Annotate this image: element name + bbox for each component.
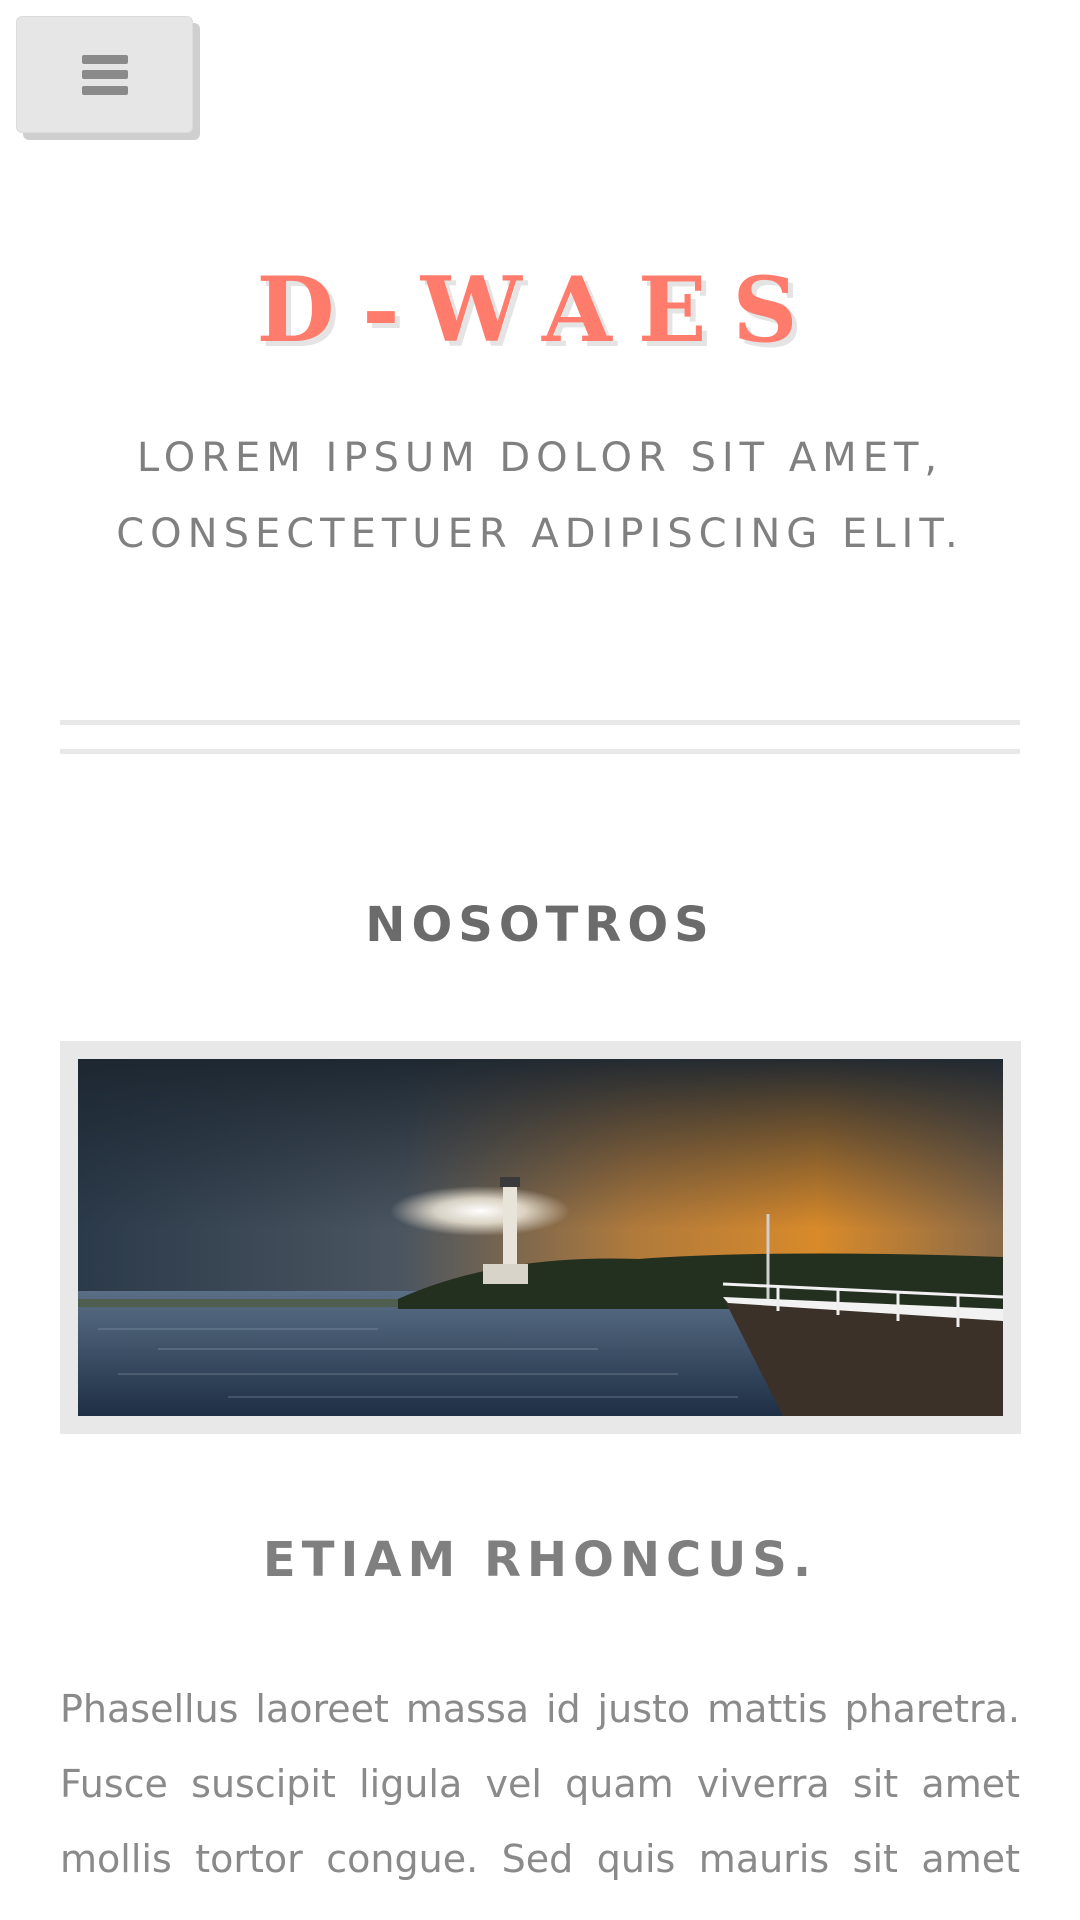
hamburger-menu-icon <box>81 54 128 95</box>
article-body-text: Phasellus laoreet massa id justo mattis … <box>60 1687 1020 1920</box>
header-divider-bottom <box>60 749 1020 754</box>
site-tagline: LOREM IPSUM DOLOR SIT AMET, CONSECTETUER… <box>116 435 964 557</box>
menu-toggle-button[interactable] <box>16 16 193 133</box>
lighthouse-pier-photo <box>78 1059 1003 1416</box>
site-title[interactable]: D-WAES <box>0 250 1080 370</box>
section-heading: NOSOTROS <box>365 897 715 953</box>
featured-image-frame <box>60 1041 1021 1434</box>
article-subheading: ETIAM RHONCUS. <box>262 1532 818 1588</box>
header-divider-top <box>60 720 1020 725</box>
